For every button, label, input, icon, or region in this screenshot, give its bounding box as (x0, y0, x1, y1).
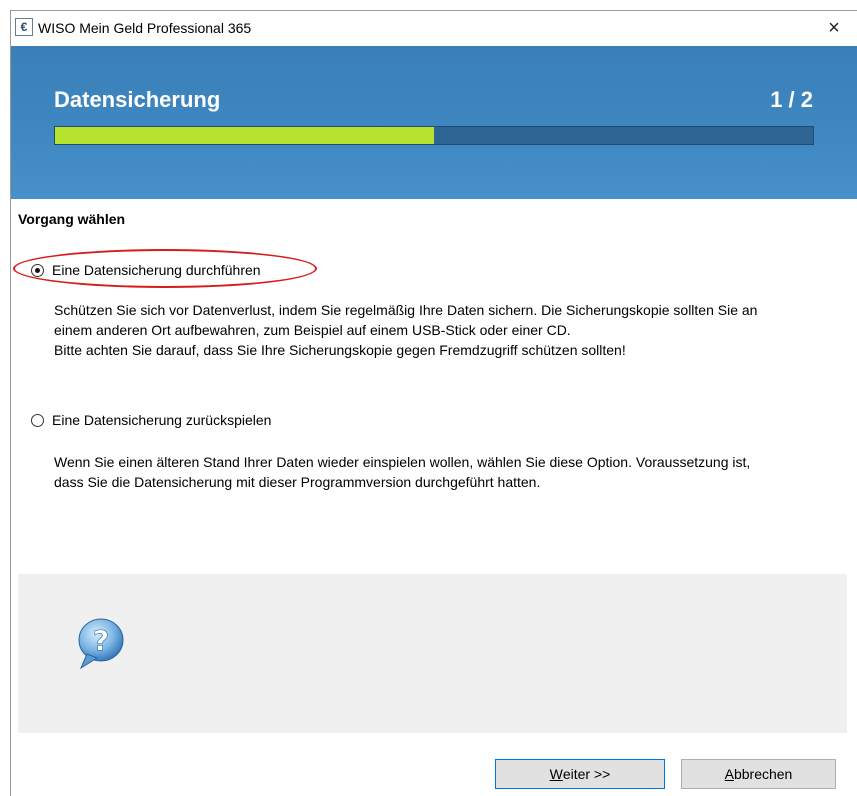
next-button[interactable]: Weiter >> (495, 759, 665, 789)
window-title: WISO Mein Geld Professional 365 (38, 20, 252, 36)
cancel-button-label: bbrechen (733, 766, 793, 782)
close-button[interactable]: × (811, 11, 857, 45)
title-bar: € WISO Mein Geld Professional 365 × (11, 11, 857, 45)
option-backup[interactable]: Eine Datensicherung durchführen (31, 262, 261, 278)
wizard-header: Datensicherung 1 / 2 (11, 46, 857, 199)
option-backup-description: Schützen Sie sich vor Datenverlust, inde… (54, 300, 844, 360)
radio-backup[interactable] (31, 263, 44, 277)
next-button-label: eiter >> (562, 766, 611, 782)
option-restore-label: Eine Datensicherung zurückspielen (52, 412, 272, 428)
help-panel: ? (18, 574, 847, 733)
euro-icon: € (15, 18, 33, 36)
option-backup-description-line: Bitte achten Sie darauf, dass Sie Ihre S… (54, 342, 626, 358)
wizard-step-indicator: 1 / 2 (770, 87, 813, 112)
svg-text:?: ? (93, 624, 109, 657)
wizard-progress-fill (55, 127, 434, 144)
option-restore[interactable]: Eine Datensicherung zurückspielen (31, 412, 271, 428)
help-question-icon[interactable]: ? (73, 614, 129, 672)
option-restore-description: Wenn Sie einen älteren Stand Ihrer Daten… (54, 452, 844, 492)
wizard-progress-bar (54, 126, 814, 145)
wizard-title: Datensicherung (54, 87, 221, 112)
option-backup-label: Eine Datensicherung durchführen (52, 262, 261, 278)
dialog-window: € WISO Mein Geld Professional 365 × Date… (10, 10, 857, 796)
close-icon: × (828, 16, 840, 39)
option-restore-description-line: dass Sie die Datensicherung mit dieser P… (54, 474, 541, 490)
option-restore-description-line: Wenn Sie einen älteren Stand Ihrer Daten… (54, 454, 751, 470)
option-backup-description-line: Schützen Sie sich vor Datenverlust, inde… (54, 302, 758, 318)
cancel-button[interactable]: Abbrechen (681, 759, 836, 789)
section-heading: Vorgang wählen (18, 211, 126, 227)
radio-restore[interactable] (31, 413, 44, 427)
cancel-button-mnemonic: A (724, 766, 734, 782)
option-backup-description-line: einem anderen Ort aufbewahren, zum Beisp… (54, 322, 571, 338)
next-button-mnemonic: W (549, 766, 563, 782)
